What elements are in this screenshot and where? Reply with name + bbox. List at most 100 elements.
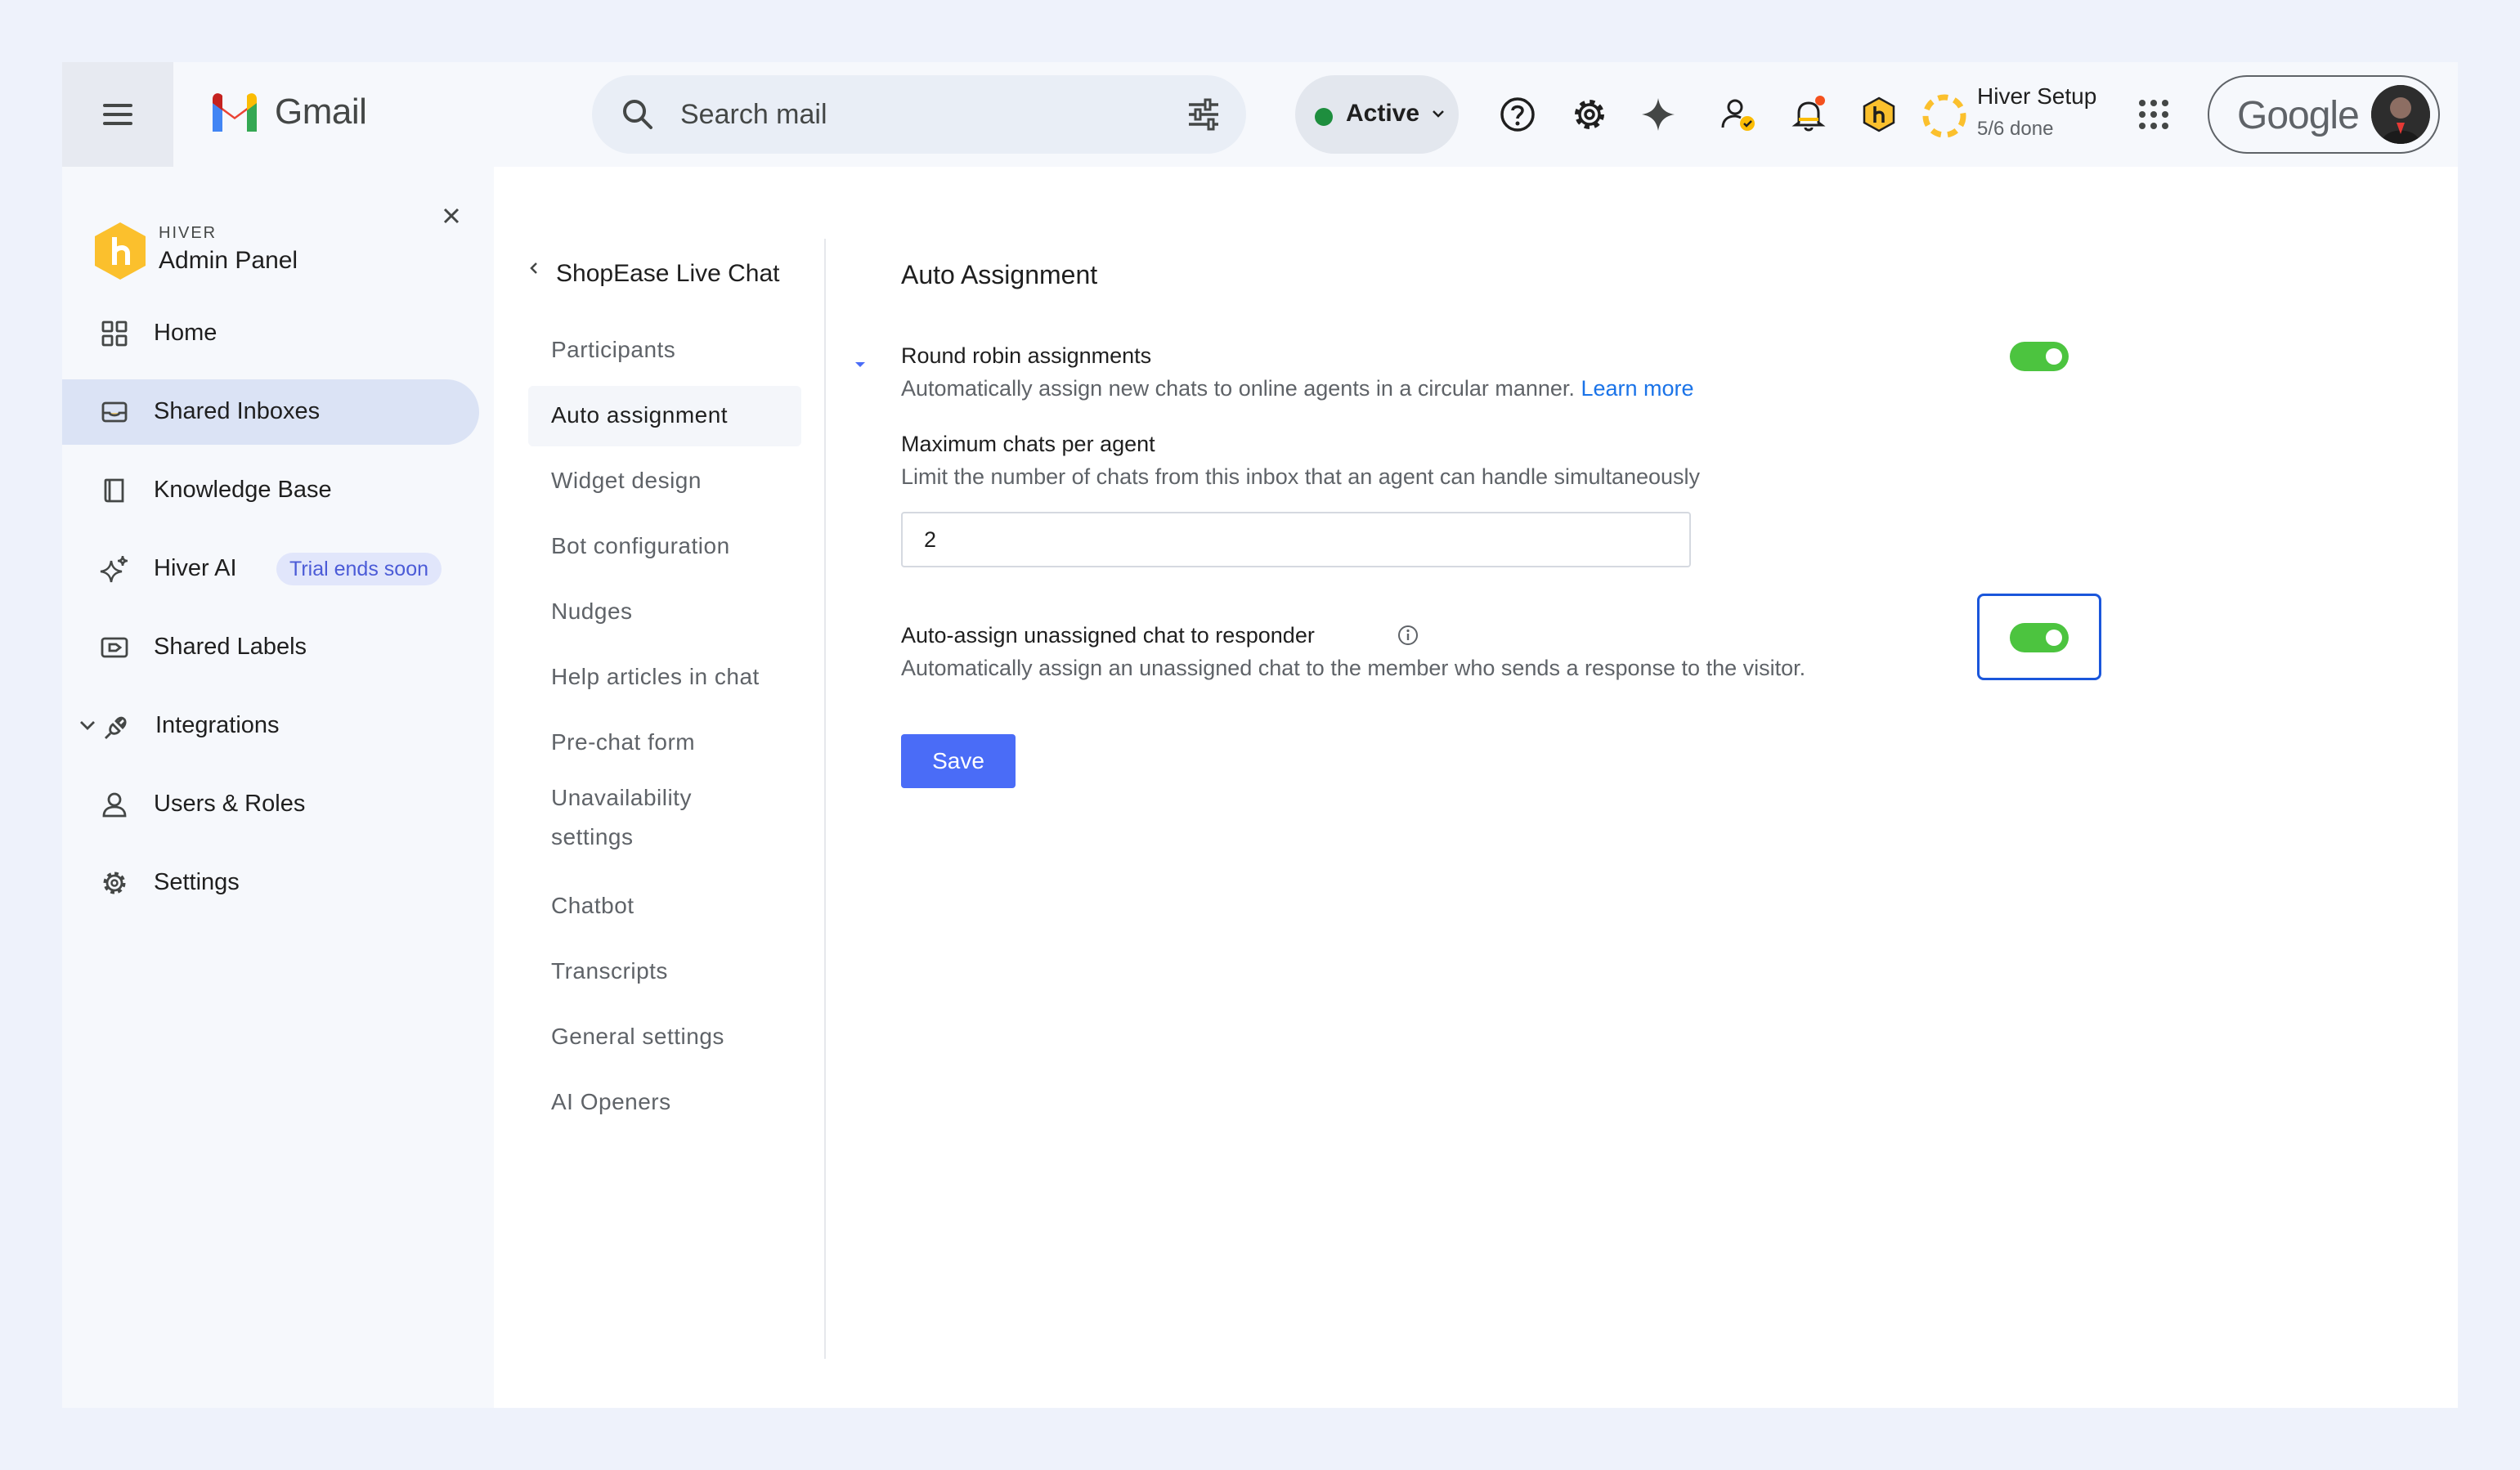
caret-down-icon[interactable] [850,355,870,374]
progress-ring-icon [1922,94,1966,138]
auto-assign-toggle[interactable] [2010,623,2069,652]
round-robin-toggle[interactable] [2010,342,2069,371]
max-chats-input[interactable] [901,512,1691,567]
max-chats-description: Limit the number of chats from this inbo… [901,464,1701,489]
gmail-wordmark: Gmail [275,92,367,132]
subnav-label: Auto assignment [551,402,729,428]
hiver-logo-icon [95,222,146,280]
vertical-divider [824,239,826,1359]
sidebar-item-label: Integrations [155,712,280,738]
person-check-icon[interactable] [1717,93,1760,136]
admin-sidebar: HIVER Admin Panel Home Shared Inboxes Kn… [62,167,494,1408]
sparkles-icon [100,554,129,584]
sidebar-item-label: Settings [154,869,240,895]
sidebar-item-home[interactable]: Home [62,301,479,366]
trial-badge: Trial ends soon [276,553,442,585]
gmail-logo[interactable]: Gmail [209,92,367,132]
subnav-participants[interactable]: Participants [528,320,801,381]
sidebar-item-hiver-ai[interactable]: Hiver AI Trial ends soon [62,536,479,602]
search-input[interactable] [680,98,1155,131]
toggle-knob [2046,348,2062,365]
subnav-nudges[interactable]: Nudges [528,582,801,643]
status-dot [1315,108,1333,126]
subnav-label: Chatbot [551,893,634,918]
subnav-auto-assignment[interactable]: Auto assignment [528,386,801,446]
round-robin-desc-text: Automatically assign new chats to online… [901,376,1575,401]
hamburger-icon [103,104,132,125]
plug-icon [103,711,132,741]
subnav-transcripts[interactable]: Transcripts [528,942,801,1002]
subnav-label: Bot configuration [551,533,730,558]
sparkle-icon[interactable] [1637,93,1679,136]
subnav-unavailability-settings[interactable]: Unavailability settings [528,778,801,863]
max-chats-title: Maximum chats per agent [901,432,1155,456]
account-button[interactable]: Google [2208,75,2440,154]
search-bar [592,75,1246,154]
subnav-chatbot[interactable]: Chatbot [528,876,801,937]
grid-icon [100,319,129,348]
close-icon[interactable] [435,199,468,232]
sidebar-item-settings[interactable]: Settings [62,850,479,916]
gear-icon[interactable] [1568,93,1611,136]
sidebar-item-shared-inboxes[interactable]: Shared Inboxes [62,379,479,445]
sidebar-item-label: Users & Roles [154,791,306,817]
sidebar-item-users-roles[interactable]: Users & Roles [62,772,479,837]
sidebar-item-label: Shared Labels [154,634,307,660]
subnav-widget-design[interactable]: Widget design [528,451,801,512]
sidebar-item-integrations[interactable]: Integrations [62,693,479,759]
apps-grid-icon[interactable] [2139,100,2168,129]
subnav-help-articles[interactable]: Help articles in chat [528,648,801,708]
sidebar-item-shared-labels[interactable]: Shared Labels [62,615,479,680]
sidebar-item-label: Hiver AI [154,555,237,581]
info-icon[interactable] [1397,624,1419,647]
bell-icon[interactable] [1787,93,1830,136]
round-robin-description: Automatically assign new chats to online… [901,376,1694,401]
main-content: ShopEase Live Chat Participants Auto ass… [494,167,2458,1408]
user-icon [100,790,129,819]
subnav-label: General settings [551,1024,724,1049]
subnav-label: Transcripts [551,958,668,984]
hiver-icon[interactable] [1858,93,1900,136]
inbox-icon [100,397,129,427]
subnav-label: Participants [551,337,676,362]
save-button[interactable]: Save [901,734,1016,788]
top-bar: Gmail Active [62,62,2458,167]
main-menu-button[interactable] [62,62,173,167]
help-icon[interactable] [1496,93,1539,136]
book-icon [100,476,129,505]
google-wordmark: Google [2237,94,2360,137]
auto-assign-title: Auto-assign unassigned chat to responder [901,623,1315,648]
sidebar-item-knowledge-base[interactable]: Knowledge Base [62,458,479,523]
subnav-general-settings[interactable]: General settings [528,1007,801,1068]
learn-more-link[interactable]: Learn more [1581,376,1693,401]
chevron-left-icon[interactable] [525,257,543,280]
chevron-down-icon[interactable] [77,715,98,736]
subnav-pre-chat-form[interactable]: Pre-chat form [528,713,801,773]
subnav-label: Widget design [551,468,702,493]
search-options-icon[interactable] [1186,96,1222,132]
setup-title: Hiver Setup [1977,83,2097,109]
chevron-down-icon [1433,110,1444,118]
sidebar-item-label: Home [154,320,217,346]
gear-icon [100,868,129,898]
subnav-label: Help articles in chat [551,664,760,689]
subnav-bot-configuration[interactable]: Bot configuration [528,517,801,577]
gmail-m-icon [213,93,257,132]
inbox-title[interactable]: ShopEase Live Chat [556,260,780,288]
subnav-label: AI Openers [551,1089,671,1114]
avatar [2371,85,2430,144]
status-label: Active [1346,100,1420,127]
setup-progress-text: 5/6 done [1977,118,2054,140]
label-icon [100,633,129,662]
subnav-label: Unavailability settings [551,785,692,849]
subnav-label: Nudges [551,598,633,624]
subnav-label: Pre-chat form [551,729,696,755]
status-selector[interactable]: Active [1295,75,1459,154]
brand-eyebrow: HIVER [159,224,217,242]
auto-assign-description: Automatically assign an unassigned chat … [901,656,1806,680]
sidebar-item-label: Shared Inboxes [154,398,321,424]
subnav-ai-openers[interactable]: AI Openers [528,1073,801,1133]
search-icon[interactable] [618,95,657,134]
brand-title: Admin Panel [159,247,298,274]
round-robin-title: Round robin assignments [901,343,1152,368]
